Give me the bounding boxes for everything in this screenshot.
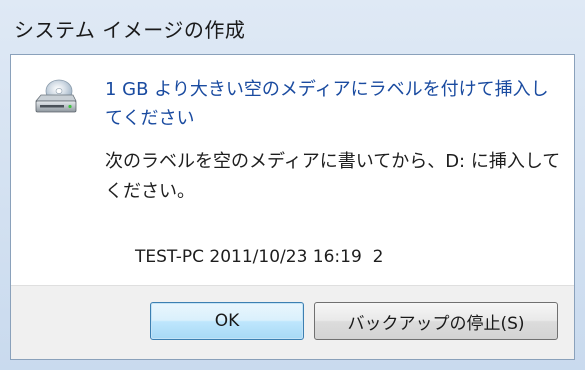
window-title: システム イメージの作成 (14, 18, 246, 42)
stop-backup-button[interactable]: バックアップの停止(S) (314, 302, 558, 340)
instruction-body: 次のラベルを空のメディアに書いてから、D: に挿入してください。 (105, 151, 561, 202)
dialog-window: システム イメージの作成 1 GB より大きい空のメディアにラベルを付けて挿入し… (0, 0, 585, 370)
main-instruction: 1 GB より大きい空のメディアにラベルを付けて挿入してください (105, 79, 549, 129)
dialog-content: 1 GB より大きい空のメディアにラベルを付けて挿入してください 次のラベルを空… (11, 55, 574, 285)
button-bar: OK バックアップの停止(S) (11, 285, 574, 359)
ok-button[interactable]: OK (150, 302, 304, 340)
media-label-text: TEST-PC 2011/10/23 16:19 2 (135, 247, 384, 267)
title-bar[interactable]: システム イメージの作成 (0, 0, 585, 54)
cd-drive-icon (35, 79, 77, 113)
dialog-client-area: 1 GB より大きい空のメディアにラベルを付けて挿入してください 次のラベルを空… (10, 54, 575, 360)
